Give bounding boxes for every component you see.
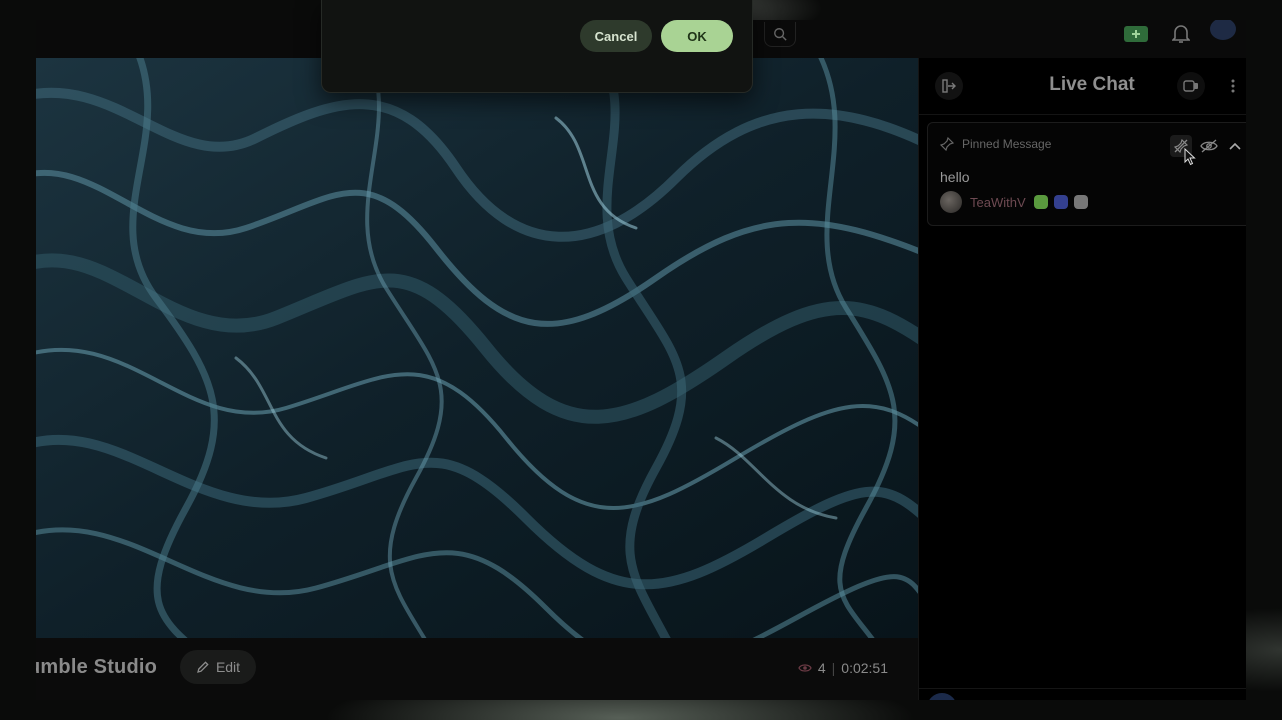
stream-duration: 0:02:51 xyxy=(841,660,888,676)
video-player[interactable] xyxy=(36,58,918,638)
viewer-count: 4 xyxy=(817,660,826,676)
hide-pinned-button[interactable] xyxy=(1198,135,1220,157)
ok-button[interactable]: OK xyxy=(661,20,733,52)
verified-badge-icon xyxy=(1033,195,1048,209)
edit-label: Edit xyxy=(215,659,241,675)
user-avatar[interactable] xyxy=(927,693,957,700)
confirm-dialog: Cancel OK xyxy=(321,0,753,93)
chat-header: Live Chat xyxy=(919,58,1246,115)
more-options-button[interactable] xyxy=(1221,72,1245,100)
search-icon xyxy=(774,28,787,41)
popout-icon xyxy=(1183,80,1198,92)
pinned-author: TeaWithV xyxy=(940,191,1088,213)
notifications-button[interactable] xyxy=(1169,24,1193,44)
chevron-up-icon xyxy=(1229,142,1241,150)
mouse-cursor-icon xyxy=(1184,148,1196,166)
pencil-icon xyxy=(197,661,209,673)
pinned-label-row: Pinned Message xyxy=(940,137,1051,151)
image-badge-icon xyxy=(1073,195,1088,209)
avatar[interactable] xyxy=(1210,20,1236,40)
create-stream-button[interactable] xyxy=(1124,24,1148,44)
stream-info-bar: umble Studio Edit 4 | 0:02:51 xyxy=(36,638,918,700)
search-button[interactable] xyxy=(764,22,796,47)
pin-icon xyxy=(940,137,954,151)
eye-icon xyxy=(798,664,812,672)
pinned-label: Pinned Message xyxy=(962,137,1052,151)
edit-button[interactable]: Edit xyxy=(180,650,256,684)
chat-input-area xyxy=(919,688,1246,700)
bell-icon xyxy=(1172,25,1190,43)
shield-badge-icon xyxy=(1053,195,1068,209)
video-frame xyxy=(36,58,918,638)
stream-title: umble Studio xyxy=(36,656,158,678)
eye-off-icon xyxy=(1200,139,1218,153)
pinned-message-text: hello xyxy=(940,169,970,185)
streaming-app: umble Studio Edit 4 | 0:02:51 Live Chat xyxy=(36,20,1246,700)
collapse-pinned-button[interactable] xyxy=(1224,135,1246,157)
pinned-message-card: Pinned Message hello TeaWithV xyxy=(927,122,1246,226)
popout-chat-button[interactable] xyxy=(1177,72,1205,100)
kebab-icon xyxy=(1231,79,1235,93)
author-name[interactable]: TeaWithV xyxy=(970,195,1026,210)
stats-divider: | xyxy=(831,660,836,676)
stream-stats: 4 | 0:02:51 xyxy=(798,660,888,676)
cancel-button[interactable]: Cancel xyxy=(580,20,652,52)
live-chat-panel: Live Chat Pinned Message hello TeaWithV xyxy=(918,58,1246,700)
author-avatar[interactable] xyxy=(940,191,962,213)
video-plus-icon xyxy=(1124,26,1148,42)
